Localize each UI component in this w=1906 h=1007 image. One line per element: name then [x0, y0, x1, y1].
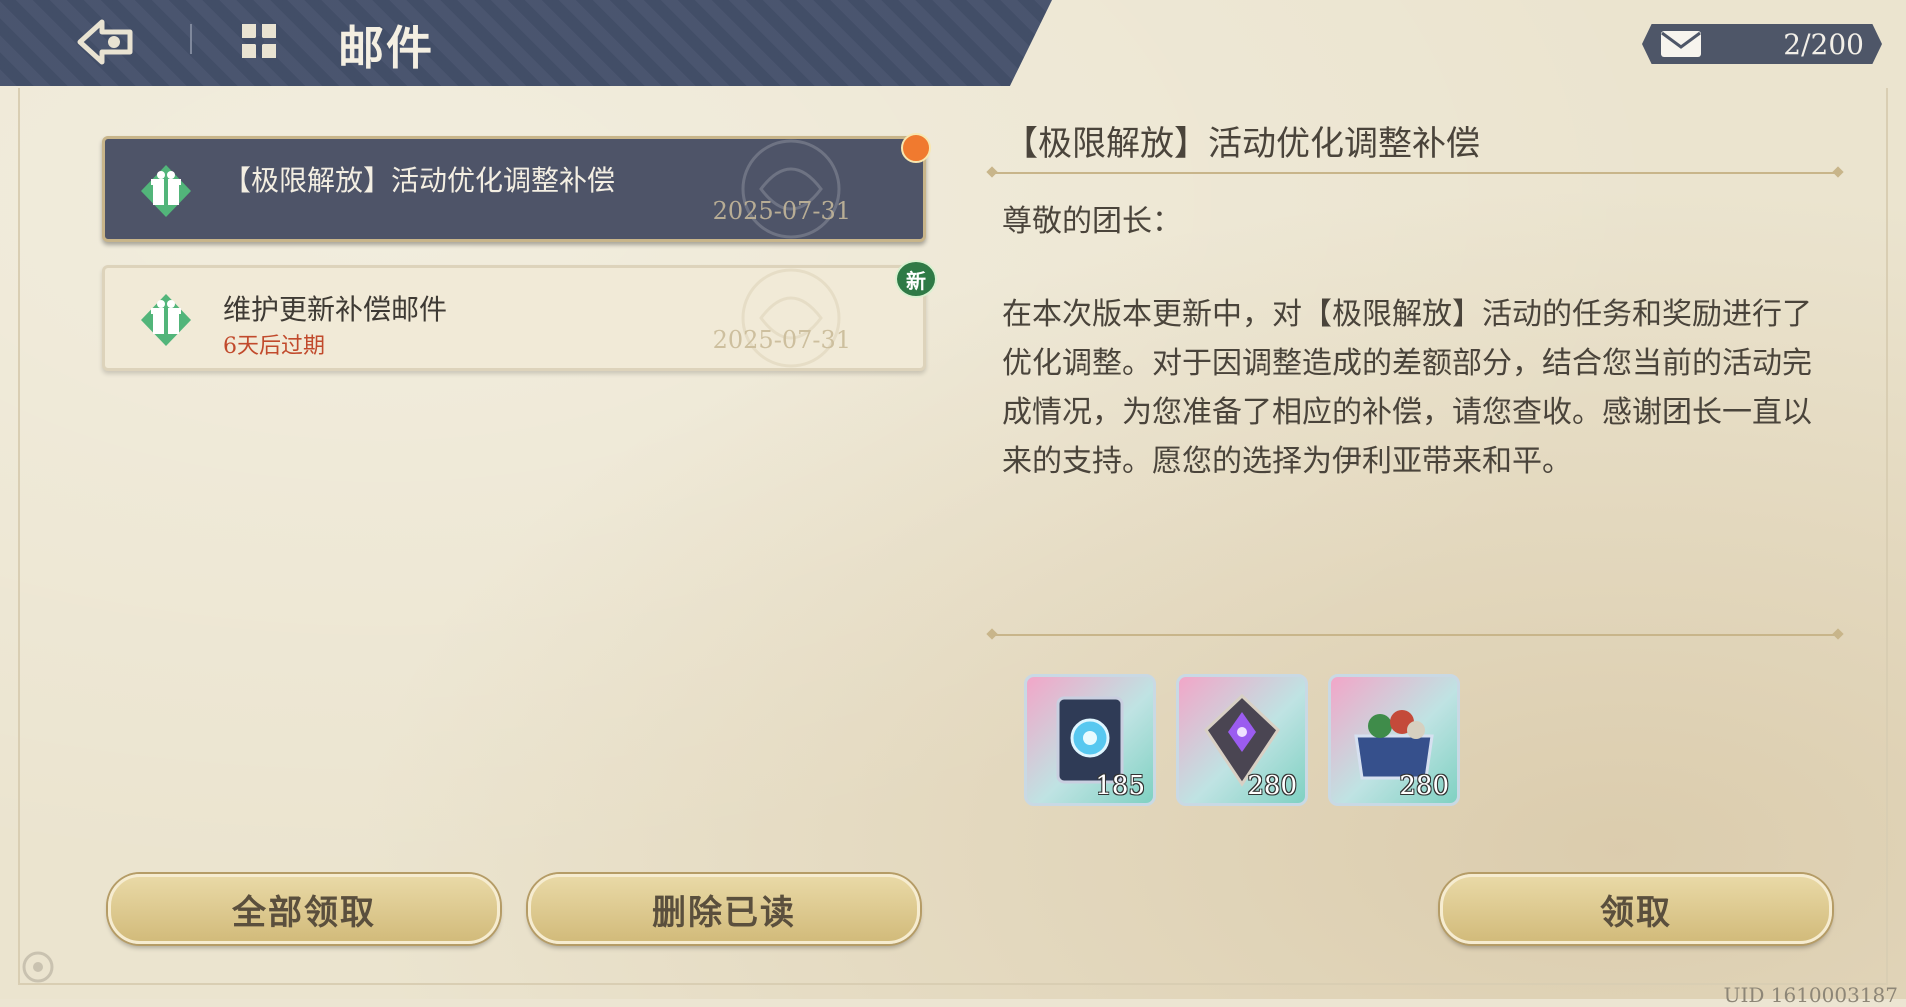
mail-subject: 【极限解放】活动优化调整补偿: [223, 164, 616, 197]
corner-ornament-icon: [22, 951, 54, 983]
item-quantity: 185: [1095, 771, 1145, 801]
detail-title: 【极限解放】活动优化调整补偿: [1004, 124, 1480, 164]
reward-item[interactable]: 280: [1328, 674, 1460, 806]
reward-items: 185 280 280: [1024, 674, 1460, 806]
header-bar: [0, 0, 1052, 86]
reward-item[interactable]: 280: [1176, 674, 1308, 806]
user-id: UID 1610003187: [1723, 983, 1898, 1007]
mail-counter: 2/200: [1642, 24, 1882, 64]
mail-count-text: 2/200: [1783, 28, 1864, 61]
menu-grid-icon[interactable]: [238, 20, 280, 62]
reward-item[interactable]: 185: [1024, 674, 1156, 806]
unread-dot-badge: [901, 133, 931, 163]
claim-button[interactable]: 领取: [1440, 874, 1832, 944]
mail-item-selected[interactable]: 【极限解放】活动优化调整补偿 2025-07-31: [102, 133, 931, 242]
gift-icon: [141, 165, 191, 217]
header-separator: [190, 24, 192, 54]
delete-read-button[interactable]: 删除已读: [528, 874, 920, 944]
divider-bottom: [992, 634, 1838, 636]
item-quantity: 280: [1247, 771, 1297, 801]
detail-greeting: 尊敬的团长：: [1002, 204, 1182, 239]
divider-top: [992, 172, 1838, 174]
item-quantity: 280: [1399, 771, 1449, 801]
gift-icon: [141, 294, 191, 346]
new-badge: 新: [895, 260, 937, 298]
envelope-icon: [1661, 31, 1701, 57]
back-arrow-icon[interactable]: [74, 14, 136, 70]
page-title: 邮件: [338, 21, 434, 75]
mail-date: 2025-07-31: [712, 326, 851, 354]
mail-date: 2025-07-31: [712, 197, 851, 225]
mail-subject: 维护更新补偿邮件: [223, 293, 448, 326]
detail-body: 在本次版本更新中，对【极限解放】活动的任务和奖励进行了优化调整。对于因调整造成的…: [1002, 297, 1812, 479]
claim-all-button[interactable]: 全部领取: [108, 874, 500, 944]
mail-item[interactable]: 维护更新补偿邮件 6天后过期 2025-07-31 新: [102, 260, 937, 371]
mail-expire-text: 6天后过期: [223, 334, 325, 359]
